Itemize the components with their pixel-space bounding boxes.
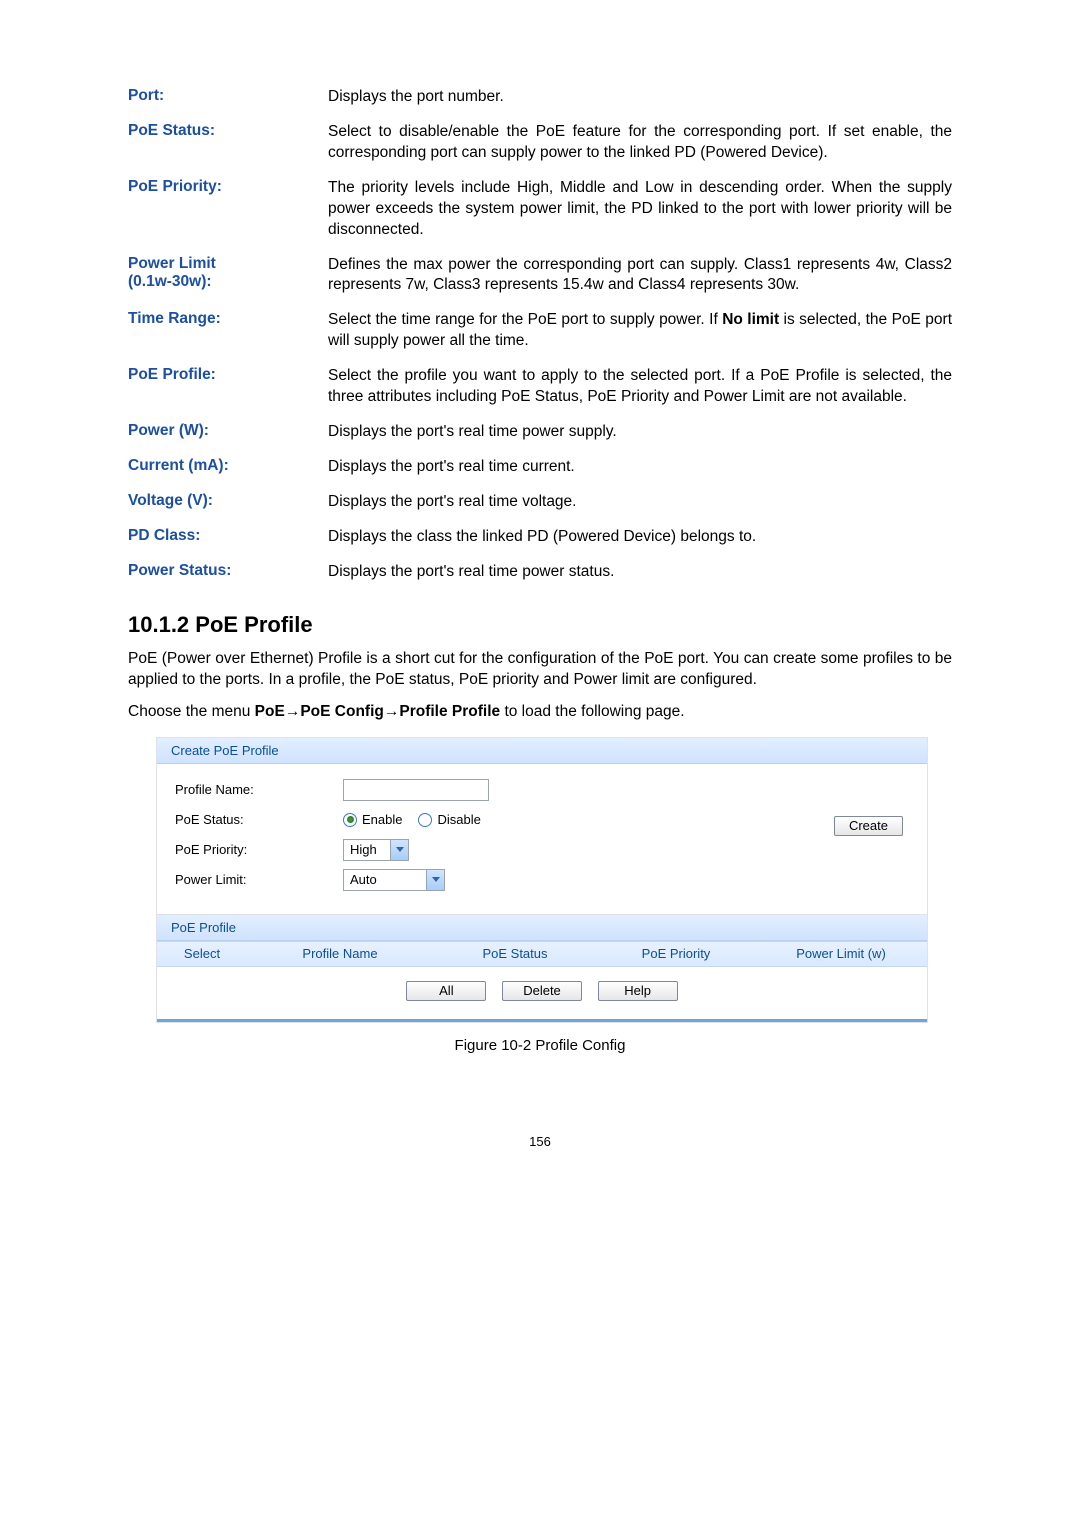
col-select: Select — [157, 942, 247, 966]
col-poe-status: PoE Status — [433, 942, 597, 966]
col-poe-priority: PoE Priority — [597, 942, 755, 966]
menu-path: Choose the menu PoE→PoE Config→Profile P… — [128, 701, 952, 723]
all-button[interactable]: All — [406, 981, 486, 1001]
section-paragraph: PoE (Power over Ethernet) Profile is a s… — [128, 648, 952, 691]
create-button[interactable]: Create — [834, 816, 903, 836]
power-limit-label: Power Limit: — [175, 872, 343, 887]
poe-priority-label: PoE Priority: — [175, 842, 343, 857]
enable-radio[interactable] — [343, 813, 357, 827]
definition-term: Port: — [128, 80, 328, 115]
profile-table-header: Select Profile Name PoE Status PoE Prior… — [157, 941, 927, 967]
definition-term: PoE Profile: — [128, 359, 328, 415]
definition-term: Voltage (V): — [128, 485, 328, 520]
disable-radio[interactable] — [418, 813, 432, 827]
definition-description: Defines the max power the corresponding … — [328, 248, 952, 304]
poe-profile-list-header: PoE Profile — [157, 915, 927, 941]
disable-radio-label: Disable — [437, 812, 480, 827]
poe-priority-select[interactable]: High — [343, 839, 409, 861]
definition-description: Displays the port's real time power supp… — [328, 415, 952, 450]
chevron-down-icon — [390, 840, 408, 860]
definition-description: Select to disable/enable the PoE feature… — [328, 115, 952, 171]
definition-term: PoE Status: — [128, 115, 328, 171]
definition-term: Time Range: — [128, 303, 328, 359]
definition-description: Displays the port number. — [328, 80, 952, 115]
definition-description: Select the profile you want to apply to … — [328, 359, 952, 415]
field-definitions-table: Port:Displays the port number.PoE Status… — [128, 80, 952, 590]
definition-description: Select the time range for the PoE port t… — [328, 303, 952, 359]
col-power-limit: Power Limit (w) — [755, 942, 927, 966]
definition-description: Displays the port's real time voltage. — [328, 485, 952, 520]
definition-term: Power Limit(0.1w-30w): — [128, 248, 328, 304]
definition-term: Power Status: — [128, 555, 328, 590]
definition-term: PoE Priority: — [128, 171, 328, 248]
chevron-down-icon — [426, 870, 444, 890]
col-profile-name: Profile Name — [247, 942, 433, 966]
delete-button[interactable]: Delete — [502, 981, 582, 1001]
page-number: 156 — [128, 1134, 952, 1149]
poe-status-label: PoE Status: — [175, 812, 343, 827]
profile-name-input[interactable] — [343, 779, 489, 801]
power-limit-select[interactable]: Auto — [343, 869, 445, 891]
profile-config-panel: Create PoE Profile Profile Name: PoE Sta… — [156, 737, 928, 1023]
definition-description: Displays the class the linked PD (Powere… — [328, 520, 952, 555]
definition-term: Current (mA): — [128, 450, 328, 485]
definition-term: Power (W): — [128, 415, 328, 450]
definition-term: PD Class: — [128, 520, 328, 555]
profile-name-label: Profile Name: — [175, 782, 343, 797]
definition-description: Displays the port's real time current. — [328, 450, 952, 485]
figure-caption: Figure 10-2 Profile Config — [128, 1037, 952, 1054]
section-heading: 10.1.2 PoE Profile — [128, 612, 952, 638]
enable-radio-label: Enable — [362, 812, 402, 827]
definition-description: Displays the port's real time power stat… — [328, 555, 952, 590]
help-button[interactable]: Help — [598, 981, 678, 1001]
create-profile-header: Create PoE Profile — [157, 738, 927, 764]
definition-description: The priority levels include High, Middle… — [328, 171, 952, 248]
